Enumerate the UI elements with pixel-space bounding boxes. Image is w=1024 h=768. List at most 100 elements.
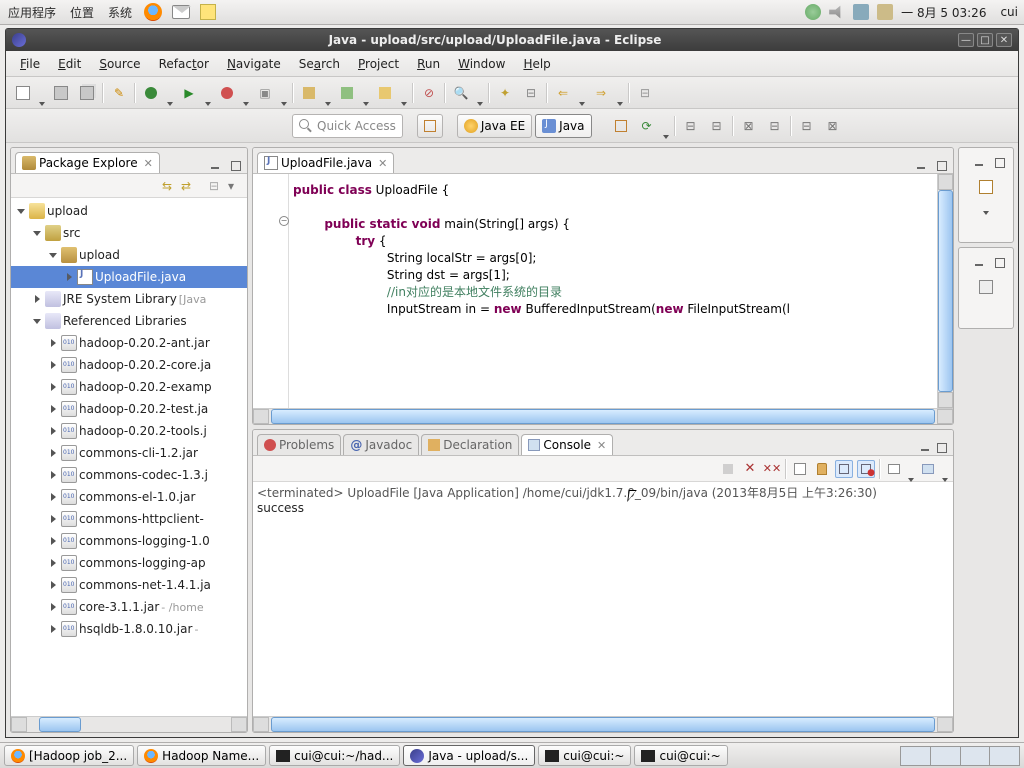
tray-icon[interactable] [805,4,821,20]
debug-button[interactable] [140,82,162,104]
gnome-menu-apps[interactable]: 应用程序 [6,2,58,23]
editor-hscroll[interactable] [253,408,953,424]
ext-tools-button[interactable]: ▣ [254,82,276,104]
perspective-java[interactable]: Java [535,114,591,138]
new-folder-button[interactable] [374,82,396,104]
new-button[interactable] [12,82,34,104]
open-console-button[interactable] [919,460,937,478]
open-type-button[interactable]: ⊘ [418,82,440,104]
restore-button[interactable] [991,254,1007,270]
forward-button[interactable]: ⇒ [590,82,612,104]
remove-all-button[interactable]: ✕✕ [763,460,781,478]
tb-icon7[interactable]: ⊟ [796,115,818,137]
run-last-button[interactable] [216,82,238,104]
maximize-view-button[interactable] [227,157,243,173]
tb-icon6[interactable]: ⊟ [764,115,786,137]
close-icon[interactable]: ✕ [141,157,153,170]
mail-launcher-icon[interactable] [172,5,190,19]
restore-button[interactable] [971,254,987,270]
gnome-menu-system[interactable]: 系统 [106,2,134,23]
save-all-button[interactable] [76,82,98,104]
javadoc-tab[interactable]: @Javadoc [343,434,419,455]
restore-button[interactable] [991,154,1007,170]
display-console-button[interactable] [885,460,903,478]
minimize-view-button[interactable] [913,157,929,173]
outline-icon[interactable] [975,276,997,298]
taskbar-item[interactable]: Hadoop Name... [137,745,266,766]
restore-button[interactable] [971,154,987,170]
taskbar-item-active[interactable]: Java - upload/s... [403,745,535,766]
console-tab[interactable]: Console✕ [521,434,613,455]
quick-access[interactable]: Quick Access [292,114,403,138]
pin-button[interactable]: ⊟ [634,82,656,104]
taskbar-item[interactable]: [Hadoop job_2... [4,745,134,766]
save-button[interactable] [50,82,72,104]
maximize-view-button[interactable] [933,439,949,455]
minimize-view-button[interactable] [917,439,933,455]
tb-icon3[interactable]: ⊟ [680,115,702,137]
close-icon[interactable]: ✕ [375,157,387,170]
maximize-view-button[interactable] [933,157,949,173]
back-button[interactable]: ⇐ [552,82,574,104]
menu-window[interactable]: Window [450,54,513,74]
menu-search[interactable]: Search [291,54,348,74]
show-console-button[interactable] [835,460,853,478]
tb-icon5[interactable]: ⊠ [738,115,760,137]
firefox-launcher-icon[interactable] [144,3,162,21]
close-icon[interactable]: ✕ [594,439,606,452]
search-button[interactable]: 🔍 [450,82,472,104]
annotation-button[interactable]: ⊟ [520,82,542,104]
minimize-view-button[interactable] [207,157,223,173]
tb-icon1[interactable] [610,115,632,137]
collapse-all-button[interactable]: ⇆ [161,178,177,194]
toggle-mark-button[interactable]: ✦ [494,82,516,104]
menu-run[interactable]: Run [409,54,448,74]
filters-button[interactable]: ⊟ [208,178,224,194]
titlebar[interactable]: Java - upload/src/upload/UploadFile.java… [6,29,1018,51]
tb-icon8[interactable]: ⊠ [822,115,844,137]
menu-edit[interactable]: Edit [50,54,89,74]
clock[interactable]: 一 8月 5 03:26 [901,4,986,21]
menu-project[interactable]: Project [350,54,407,74]
tb-icon2[interactable]: ⟳ [636,115,658,137]
new-class-button[interactable] [336,82,358,104]
open-perspective-button[interactable] [417,114,443,138]
minimize-button[interactable]: — [958,33,974,47]
editor-tab[interactable]: UploadFile.java ✕ [257,152,394,173]
link-editor-button[interactable]: ⇄ [180,178,196,194]
terminate-button[interactable] [719,460,737,478]
tasklist-icon[interactable] [975,176,997,198]
menu-navigate[interactable]: Navigate [219,54,289,74]
close-button[interactable]: ✕ [996,33,1012,47]
taskbar-item[interactable]: cui@cui:~ [634,745,727,766]
console-hscroll[interactable] [253,716,953,732]
menu-refactor[interactable]: Refactor [151,54,217,74]
tree-hscroll[interactable] [11,716,247,732]
editor-vscroll[interactable] [937,174,953,408]
problems-tab[interactable]: Problems [257,434,341,455]
menu-help[interactable]: Help [515,54,558,74]
package-tree[interactable]: upload src upload UploadFile.java JRE Sy… [11,198,247,716]
workspace-switcher[interactable] [900,746,1020,766]
view-menu-button[interactable]: ▾ [227,178,243,194]
user-menu[interactable]: cui [994,5,1018,19]
tray-icon-2[interactable] [877,4,893,20]
console-output[interactable]: <terminated> UploadFile [Java Applicatio… [253,482,953,716]
maximize-button[interactable]: □ [977,33,993,47]
volume-icon[interactable] [829,4,845,20]
taskbar-item[interactable]: cui@cui:~ [538,745,631,766]
notes-launcher-icon[interactable] [200,4,216,20]
menu-source[interactable]: Source [91,54,148,74]
taskbar-item[interactable]: cui@cui:~/had... [269,745,400,766]
code-editor[interactable]: − public class UploadFile { public stati… [253,174,953,408]
declaration-tab[interactable]: Declaration [421,434,519,455]
clear-console-button[interactable] [791,460,809,478]
debug-wand-icon[interactable]: ✎ [108,82,130,104]
remove-launch-button[interactable]: ✕ [741,460,759,478]
perspective-javaee[interactable]: Java EE [457,114,532,138]
run-button[interactable]: ▶ [178,82,200,104]
package-explorer-tab[interactable]: Package Explore ✕ [15,152,160,173]
new-package-button[interactable] [298,82,320,104]
gnome-menu-places[interactable]: 位置 [68,2,96,23]
pin-console-button[interactable]: ● [857,460,875,478]
